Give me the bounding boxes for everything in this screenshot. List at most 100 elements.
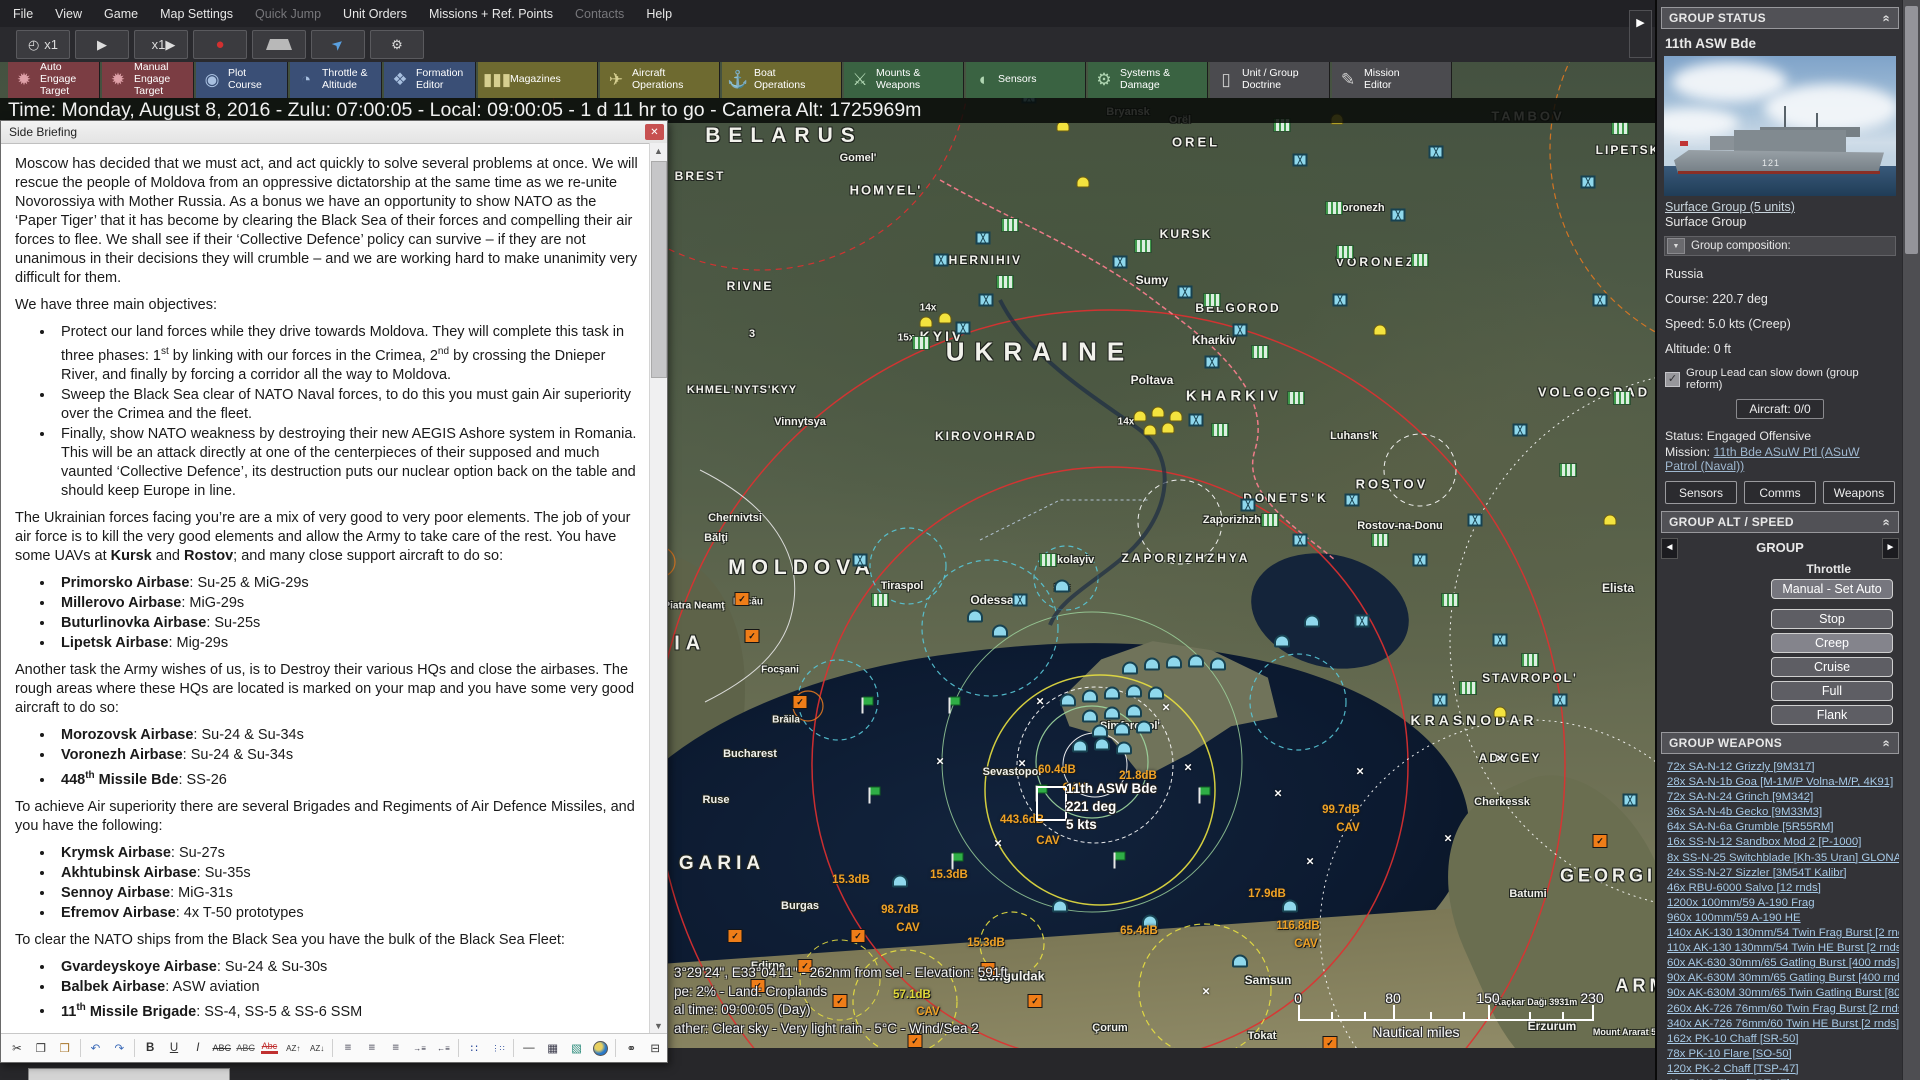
contact-civilian-icon[interactable]: ✓ [1028,994,1043,1008]
settings-button[interactable]: ⚙ [370,30,424,59]
contact-surface-icon[interactable] [1144,658,1160,671]
contact-surface-icon[interactable] [1054,580,1070,593]
briefing-text[interactable]: Moscow has decided that we must act, and… [1,143,650,1034]
numbered-list-icon[interactable]: ⋮∷ [487,1037,509,1060]
weapon-link[interactable]: 1200x 100mm/59 A-190 Frag [1667,896,1899,911]
insert-image-icon[interactable]: ▧ [566,1037,588,1060]
formation-editor-button[interactable]: ❖Formation Editor [384,62,476,98]
close-icon[interactable]: ✕ [645,124,664,140]
bullet-list-icon[interactable]: ∷ [463,1037,485,1060]
scroll-up-icon[interactable]: ▲ [650,143,667,159]
find-icon[interactable]: ⚭ [620,1037,642,1060]
prev-group-button[interactable]: ◄ [1661,538,1678,559]
contact-ground-icon[interactable]: ╳ [1113,256,1128,269]
print-icon[interactable]: ⊟ [644,1037,666,1060]
collapse-icon[interactable]: « [1880,739,1895,747]
unit-group-doctrine-button[interactable]: ▯Unit / Group Doctrine [1210,62,1330,98]
contact-surface-icon[interactable] [1188,655,1204,668]
contact-unknown-icon[interactable] [1152,407,1165,418]
airbase-icon[interactable] [1371,533,1389,547]
group-weapons-header[interactable]: GROUP WEAPONS« [1661,732,1899,754]
contact-ground-icon[interactable]: ╳ [1205,356,1220,369]
contact-surface-icon[interactable] [1148,687,1164,700]
dialog-titlebar[interactable]: Side Briefing ✕ [1,121,667,144]
bold-icon[interactable]: B [139,1037,161,1060]
group-composition-dropdown[interactable]: ▼ Group composition: [1664,236,1896,256]
contact-unknown-icon[interactable] [1134,411,1147,422]
copy-icon[interactable]: ❐ [30,1037,52,1060]
contact-surface-icon[interactable] [1104,687,1120,700]
jump-to-button[interactable]: ➤ [311,30,365,59]
contact-civilian-icon[interactable]: ✓ [793,695,808,709]
airbase-icon[interactable] [996,275,1014,289]
time-compression-button[interactable]: ◴x1 [16,30,70,59]
contact-civilian-icon[interactable]: ✓ [1593,834,1608,848]
weapon-link[interactable]: 162x PK-10 Chaff [SR-50] [1667,1032,1899,1047]
scroll-thumb[interactable] [651,161,667,378]
chevron-down-icon[interactable]: ▼ [1667,238,1685,254]
contact-surface-icon[interactable] [1072,740,1088,753]
contact-ground-icon[interactable]: ╳ [1468,514,1483,527]
airbase-icon[interactable] [1336,245,1354,259]
contact-unknown-icon[interactable] [1144,425,1157,436]
weapon-link[interactable]: 8x SS-N-25 Switchblade [Kh-35 Uran] GLON… [1667,851,1899,866]
contact-ground-icon[interactable]: ╳ [1189,414,1204,427]
contact-surface-icon[interactable] [1104,707,1120,720]
contact-surface-icon[interactable] [1210,658,1226,671]
contact-civilian-icon[interactable]: ✓ [728,929,743,943]
contact-ground-icon[interactable]: ╳ [1345,494,1360,507]
contact-ground-icon[interactable]: ╳ [1553,694,1568,707]
throttle-altitude-button[interactable]: ◔Throttle & Altitude [290,62,382,98]
contact-surface-icon[interactable] [1274,635,1290,648]
contact-ground-icon[interactable]: ╳ [1623,794,1638,807]
mission-editor-button[interactable]: ✎Mission Editor [1332,62,1452,98]
insert-table-icon[interactable]: ▦ [542,1037,564,1060]
plot-course-button[interactable]: ◉Plot Course [196,62,288,98]
airbase-icon[interactable] [1211,423,1229,437]
horizontal-rule-icon[interactable]: — [518,1037,540,1060]
airbase-icon[interactable] [1521,653,1539,667]
airbase-icon[interactable] [1559,463,1577,477]
weapon-link[interactable]: 72x SA-N-12 Grizzly [9M317] [1667,760,1899,775]
contact-surface-icon[interactable] [1126,705,1142,718]
menu-item-file[interactable]: File [2,7,44,21]
contact-surface-icon[interactable] [1094,738,1110,751]
contact-surface-icon[interactable] [1166,656,1182,669]
throttle-cruise-button[interactable]: Cruise [1771,657,1893,677]
next-group-button[interactable]: ► [1882,538,1899,559]
weapon-link[interactable]: 90x AK-630M 30mm/65 Gatling Burst [400 r… [1667,971,1899,986]
throttle-flank-button[interactable]: Flank [1771,705,1893,725]
contact-surface-icon[interactable] [1082,690,1098,703]
briefing-scrollbar[interactable]: ▲ ▼ [649,143,667,1034]
throttle-full-button[interactable]: Full [1771,681,1893,701]
contact-unknown-icon[interactable] [1494,707,1507,718]
checkbox-checked-icon[interactable]: ✓ [1665,372,1680,387]
sort-ascending-icon[interactable]: AZ↑ [282,1037,304,1060]
airbase-icon[interactable] [1251,345,1269,359]
weapon-link[interactable]: 340x AK-726 76mm/60 Twin HE Burst [2 rnd… [1667,1017,1899,1032]
contact-ground-icon[interactable]: ╳ [1513,424,1528,437]
contact-surface-icon[interactable] [1282,900,1298,913]
weapon-link[interactable]: 90x AK-630M 30mm/65 Twin Gatling Burst [… [1667,986,1899,1001]
weapon-link[interactable]: 16x SS-N-12 Sandbox Mod 2 [P-1000] [1667,835,1899,850]
map-layers-button[interactable] [252,30,306,59]
contact-surface-icon[interactable] [967,610,983,623]
weapon-link[interactable]: 72x SA-N-24 Grinch [9M342] [1667,790,1899,805]
contact-surface-icon[interactable] [992,625,1008,638]
comms-button[interactable]: Comms [1744,481,1816,504]
airbase-icon[interactable] [871,593,889,607]
contact-surface-icon[interactable] [1092,725,1108,738]
weapon-link[interactable]: 60x AK-630 30mm/65 Gatling Burst [400 rn… [1667,956,1899,971]
cut-icon[interactable]: ✂ [6,1037,28,1060]
throttle-creep-button[interactable]: Creep [1771,633,1893,653]
menu-item-unit-orders[interactable]: Unit Orders [332,7,418,21]
sensors-button[interactable]: ◖Sensors [966,62,1086,98]
weapon-link[interactable]: 140x AK-130 130mm/54 Twin Frag Burst [2 … [1667,926,1899,941]
contact-unknown-icon[interactable] [1374,325,1387,336]
record-button[interactable]: ● [193,30,247,59]
panel-expander[interactable]: ▶ [1629,10,1652,58]
scroll-down-icon[interactable]: ▼ [650,1018,667,1034]
throttle-manual-set-auto-button[interactable]: Manual - Set Auto [1771,579,1893,599]
italic-icon[interactable]: I [187,1037,209,1060]
contact-ground-icon[interactable]: ╳ [1355,615,1370,628]
